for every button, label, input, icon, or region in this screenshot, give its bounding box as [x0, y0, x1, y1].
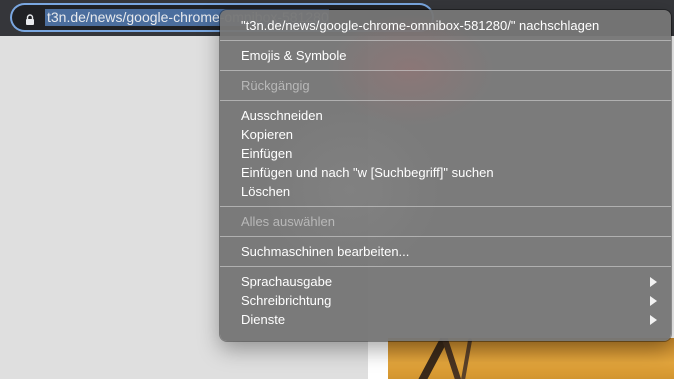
- menu-item-lookup[interactable]: "t3n.de/news/google-chrome-omnibox-58128…: [220, 16, 671, 35]
- submenu-arrow-icon: [650, 315, 657, 325]
- menu-item-writing-direction[interactable]: Schreibrichtung: [220, 291, 671, 310]
- menu-item-edit-search-engines[interactable]: Suchmaschinen bearbeiten...: [220, 242, 671, 261]
- menu-item-emoji-symbols[interactable]: Emojis & Symbole: [220, 46, 671, 65]
- menu-item-services-label: Dienste: [241, 312, 286, 327]
- menu-item-undo: Rückgängig: [241, 78, 310, 93]
- menu-separator: [220, 236, 671, 237]
- menu-item-speech[interactable]: Sprachausgabe: [220, 272, 671, 291]
- menu-item-select-all: Alles auswählen: [241, 214, 335, 229]
- menu-separator: [220, 40, 671, 41]
- menu-separator: [220, 70, 671, 71]
- menu-item-services[interactable]: Dienste: [220, 310, 671, 329]
- menu-item-writing-direction-label: Schreibrichtung: [241, 293, 332, 308]
- menu-item-paste-and-search[interactable]: Einfügen und nach "w [Suchbegriff]" such…: [220, 163, 671, 182]
- menu-item-copy[interactable]: Kopieren: [220, 125, 671, 144]
- menu-separator: [220, 100, 671, 101]
- menu-item-paste[interactable]: Einfügen: [220, 144, 671, 163]
- lock-icon[interactable]: [25, 12, 35, 25]
- menu-item-cut[interactable]: Ausschneiden: [220, 106, 671, 125]
- context-menu: "t3n.de/news/google-chrome-omnibox-58128…: [220, 10, 671, 341]
- menu-item-speech-label: Sprachausgabe: [241, 274, 333, 289]
- submenu-arrow-icon: [650, 277, 657, 287]
- submenu-arrow-icon: [650, 296, 657, 306]
- menu-separator: [220, 206, 671, 207]
- menu-item-delete[interactable]: Löschen: [220, 182, 671, 201]
- menu-separator: [220, 266, 671, 267]
- article-image: [388, 338, 674, 379]
